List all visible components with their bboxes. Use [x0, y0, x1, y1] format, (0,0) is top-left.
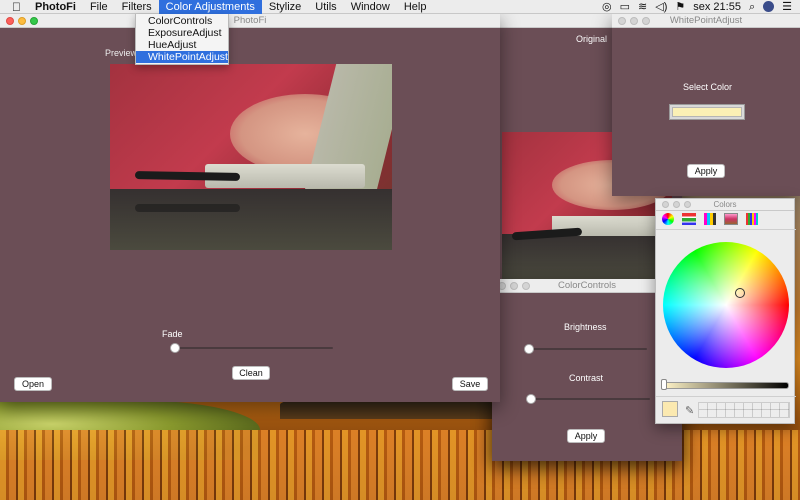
colors-titlebar[interactable]: Colors	[656, 199, 794, 211]
colorcontrols-apply-button[interactable]: Apply	[567, 429, 605, 443]
color-swatches-grid[interactable]	[698, 402, 790, 418]
status-menus: ◎ ▭ ≋ ◁) ⚑ sex 21:55 ⌕ ☰	[602, 0, 800, 14]
menu-item-colorcontrols[interactable]: ColorControls	[136, 15, 228, 27]
color-sliders-icon[interactable]	[682, 213, 696, 225]
clean-button[interactable]: Clean	[232, 366, 270, 380]
fade-slider-knob[interactable]	[170, 343, 180, 353]
color-palettes-icon[interactable]	[704, 213, 716, 225]
fade-slider[interactable]	[173, 347, 333, 349]
colorcontrols-window: ColorControls Brightness Contrast Apply	[492, 279, 682, 461]
main-window: PhotoFi Preview Fade Clean Open Save	[0, 14, 500, 402]
whitepoint-apply-button[interactable]: Apply	[687, 164, 725, 178]
brightness-slider-knob[interactable]	[661, 379, 667, 390]
whitepoint-window: WhitePointAdjust Select Color Apply	[612, 14, 800, 196]
crayons-icon[interactable]	[746, 213, 758, 225]
menu-utils[interactable]: Utils	[308, 0, 343, 14]
clock[interactable]: sex 21:55	[693, 1, 741, 13]
menu-help[interactable]: Help	[397, 0, 434, 14]
preview-label: Preview	[105, 48, 138, 58]
color-well[interactable]	[669, 104, 745, 120]
menu-item-exposureadjust[interactable]: ExposureAdjust	[136, 27, 228, 39]
main-titlebar[interactable]: PhotoFi	[0, 14, 500, 28]
select-color-label: Select Color	[683, 82, 733, 92]
app-menu[interactable]: PhotoFi	[28, 0, 83, 14]
contrast-slider-knob[interactable]	[526, 394, 536, 404]
color-wheel-icon[interactable]	[662, 213, 674, 225]
creative-cloud-icon[interactable]: ◎	[602, 0, 612, 14]
user-avatar-icon[interactable]	[763, 1, 775, 12]
menu-file[interactable]: File	[83, 0, 115, 14]
colorcontrols-titlebar[interactable]: ColorControls	[492, 279, 682, 293]
current-color-swatch[interactable]	[662, 401, 678, 417]
menu-window[interactable]: Window	[344, 0, 397, 14]
crosshair-icon[interactable]	[735, 288, 745, 298]
contrast-label: Contrast	[569, 373, 604, 383]
menu-item-hueadjust[interactable]: HueAdjust	[136, 39, 228, 51]
open-button[interactable]: Open	[14, 377, 52, 391]
whitepoint-titlebar[interactable]: WhitePointAdjust	[612, 14, 800, 28]
menu-bar:  PhotoFi File Filters Color Adjustments…	[0, 0, 800, 14]
spotlight-search-icon[interactable]: ⌕	[749, 0, 755, 14]
colors-panel: Colors ✎	[655, 198, 796, 424]
colors-title: Colors	[713, 200, 737, 209]
menu-color-adjustments[interactable]: Color Adjustments	[158, 0, 262, 14]
notification-center-icon[interactable]: ☰	[782, 0, 792, 14]
colorcontrols-title: ColorControls	[557, 280, 617, 291]
eyedropper-icon[interactable]: ✎	[685, 404, 694, 417]
menu-item-whitepointadjust[interactable]: WhitePointAdjust	[136, 51, 228, 63]
brightness-slider[interactable]	[527, 348, 647, 350]
image-palettes-icon[interactable]	[724, 213, 738, 225]
brightness-slider[interactable]	[663, 382, 789, 389]
save-button[interactable]: Save	[452, 377, 488, 391]
menu-stylize[interactable]: Stylize	[262, 0, 308, 14]
original-label: Original	[576, 34, 608, 44]
color-wheel[interactable]	[663, 242, 789, 368]
preview-image	[110, 64, 392, 250]
colors-tabs	[662, 213, 758, 225]
brightness-slider-knob[interactable]	[524, 344, 534, 354]
volume-icon[interactable]: ◁)	[655, 0, 667, 14]
fade-label: Fade	[162, 329, 183, 339]
brightness-label: Brightness	[564, 322, 607, 332]
apple-menu-icon[interactable]: 	[0, 0, 28, 14]
menu-filters[interactable]: Filters	[115, 0, 159, 14]
color-adjustments-dropdown: ColorControls ExposureAdjust HueAdjust W…	[135, 14, 229, 65]
wifi-icon[interactable]: ≋	[638, 0, 647, 14]
contrast-slider[interactable]	[530, 398, 650, 400]
airplay-icon[interactable]: ▭	[620, 0, 630, 14]
flag-icon[interactable]: ⚑	[675, 0, 685, 14]
whitepoint-title: WhitePointAdjust	[669, 15, 743, 26]
main-window-title: PhotoFi	[233, 15, 267, 26]
